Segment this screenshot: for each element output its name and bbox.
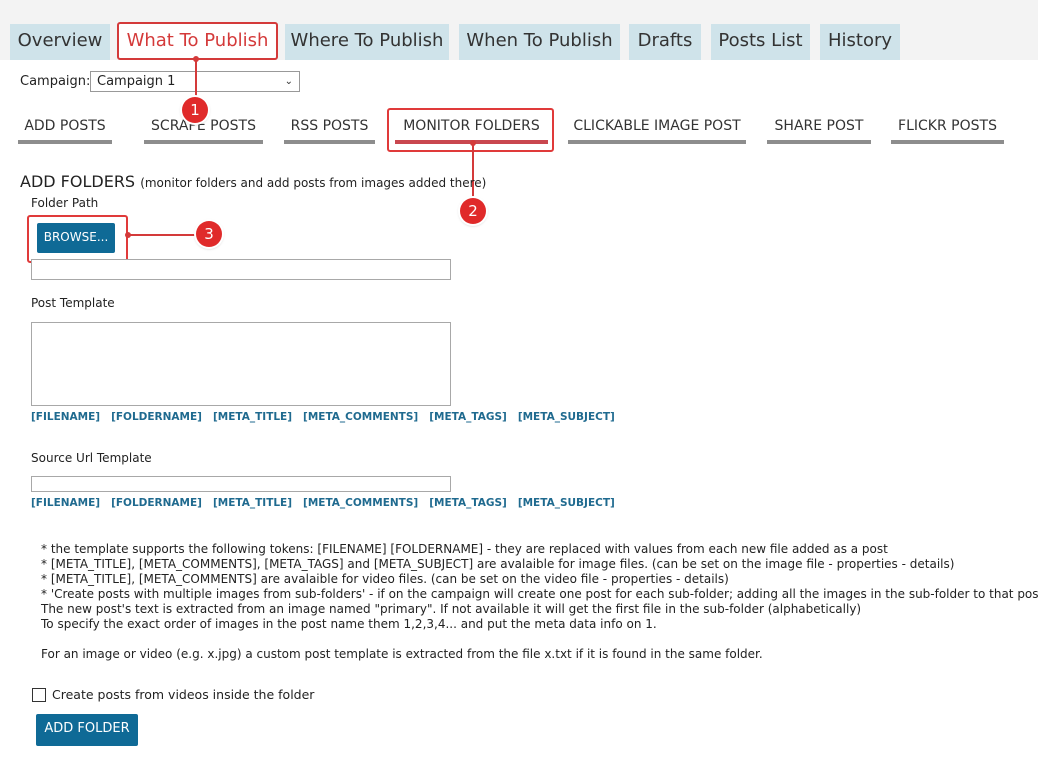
section-heading: ADD FOLDERS — [20, 172, 136, 191]
note-line: For an image or video (e.g. x.jpg) a cus… — [41, 647, 763, 661]
callout-connector — [195, 60, 197, 100]
subtab-label: CLICKABLE IMAGE POST — [573, 118, 741, 134]
callout-connector — [128, 234, 198, 236]
token-meta-subject[interactable]: [META_SUBJECT] — [518, 411, 615, 423]
token-meta-subject[interactable]: [META_SUBJECT] — [518, 497, 615, 509]
note-line: * [META_TITLE], [META_COMMENTS] are aval… — [41, 572, 729, 586]
token-foldername[interactable]: [FOLDERNAME] — [111, 411, 202, 423]
add-folder-button[interactable]: ADD FOLDER — [36, 714, 138, 746]
subtab-label: SCRAPE POSTS — [151, 118, 256, 134]
post-template-textarea[interactable] — [31, 322, 451, 406]
main-tab-bar: Overview What To Publish Where To Publis… — [0, 0, 1038, 60]
subtab-scrape-posts[interactable]: SCRAPE POSTS — [144, 118, 263, 144]
subtab-label: FLICKR POSTS — [898, 118, 997, 134]
subtab-underline — [767, 140, 871, 144]
subtab-underline — [18, 140, 112, 144]
section-title: ADD FOLDERS (monitor folders and add pos… — [20, 172, 486, 191]
source-url-label: Source Url Template — [31, 451, 152, 465]
callout-anchor-dot — [193, 56, 199, 62]
note-line: * 'Create posts with multiple images fro… — [41, 587, 1038, 601]
subtab-label: RSS POSTS — [290, 118, 369, 134]
subtab-underline — [891, 140, 1004, 144]
token-meta-comments[interactable]: [META_COMMENTS] — [303, 411, 418, 423]
tab-posts-list[interactable]: Posts List — [711, 24, 810, 60]
videos-checkbox-label: Create posts from videos inside the fold… — [52, 687, 315, 702]
token-meta-tags[interactable]: [META_TAGS] — [429, 497, 507, 509]
videos-checkbox[interactable] — [32, 688, 46, 702]
subtab-label: SHARE POST — [774, 118, 864, 134]
token-meta-comments[interactable]: [META_COMMENTS] — [303, 497, 418, 509]
tab-what-to-publish[interactable]: What To Publish — [117, 22, 278, 60]
subtab-underline — [284, 140, 375, 144]
token-meta-title[interactable]: [META_TITLE] — [213, 411, 292, 423]
tab-history[interactable]: History — [820, 24, 900, 60]
tab-where-to-publish[interactable]: Where To Publish — [285, 24, 449, 60]
callout-anchor-dot — [125, 232, 131, 238]
note-line: * [META_TITLE], [META_COMMENTS], [META_T… — [41, 557, 955, 571]
note-line — [41, 632, 1038, 647]
callout-badge-1: 1 — [182, 97, 208, 123]
tab-drafts[interactable]: Drafts — [629, 24, 701, 60]
callout-badge-3: 3 — [196, 221, 222, 247]
tab-overview[interactable]: Overview — [10, 24, 110, 60]
callout-anchor-dot — [470, 140, 476, 146]
subtab-share-post[interactable]: SHARE POST — [767, 118, 871, 144]
folder-path-label: Folder Path — [31, 196, 99, 210]
post-template-label: Post Template — [31, 296, 115, 310]
subtab-underline — [568, 140, 746, 144]
token-foldername[interactable]: [FOLDERNAME] — [111, 497, 202, 509]
source-url-token-list: [FILENAME] [FOLDERNAME] [META_TITLE] [META_… — [31, 497, 626, 509]
subtab-underline — [144, 140, 263, 144]
token-meta-tags[interactable]: [META_TAGS] — [429, 411, 507, 423]
subtab-rss-posts[interactable]: RSS POSTS — [284, 118, 375, 144]
folder-path-input[interactable] — [31, 259, 451, 280]
callout-badge-2: 2 — [460, 198, 486, 224]
note-line: * the template supports the following to… — [41, 542, 888, 556]
token-filename[interactable]: [FILENAME] — [31, 411, 100, 423]
section-subtitle: (monitor folders and add posts from imag… — [140, 176, 487, 190]
campaign-label: Campaign: — [20, 74, 91, 89]
chevron-down-icon: ⌄ — [284, 76, 293, 87]
post-template-token-list: [FILENAME] [FOLDERNAME] [META_TITLE] [META_… — [31, 411, 626, 423]
source-url-input[interactable] — [31, 476, 451, 492]
token-filename[interactable]: [FILENAME] — [31, 497, 100, 509]
note-line: To specify the exact order of images in … — [41, 617, 657, 631]
subtab-flickr-posts[interactable]: FLICKR POSTS — [891, 118, 1004, 144]
subtab-clickable-image-post[interactable]: CLICKABLE IMAGE POST — [568, 118, 746, 144]
subtab-add-posts[interactable]: ADD POSTS — [18, 118, 112, 144]
subtab-label: ADD POSTS — [24, 118, 106, 134]
help-notes: * the template supports the following to… — [41, 542, 1038, 662]
campaign-value: Campaign 1 — [97, 74, 176, 89]
note-line: The new post's text is extracted from an… — [41, 602, 862, 616]
tab-when-to-publish[interactable]: When To Publish — [459, 24, 620, 60]
token-meta-title[interactable]: [META_TITLE] — [213, 497, 292, 509]
browse-button[interactable]: BROWSE... — [37, 223, 115, 253]
